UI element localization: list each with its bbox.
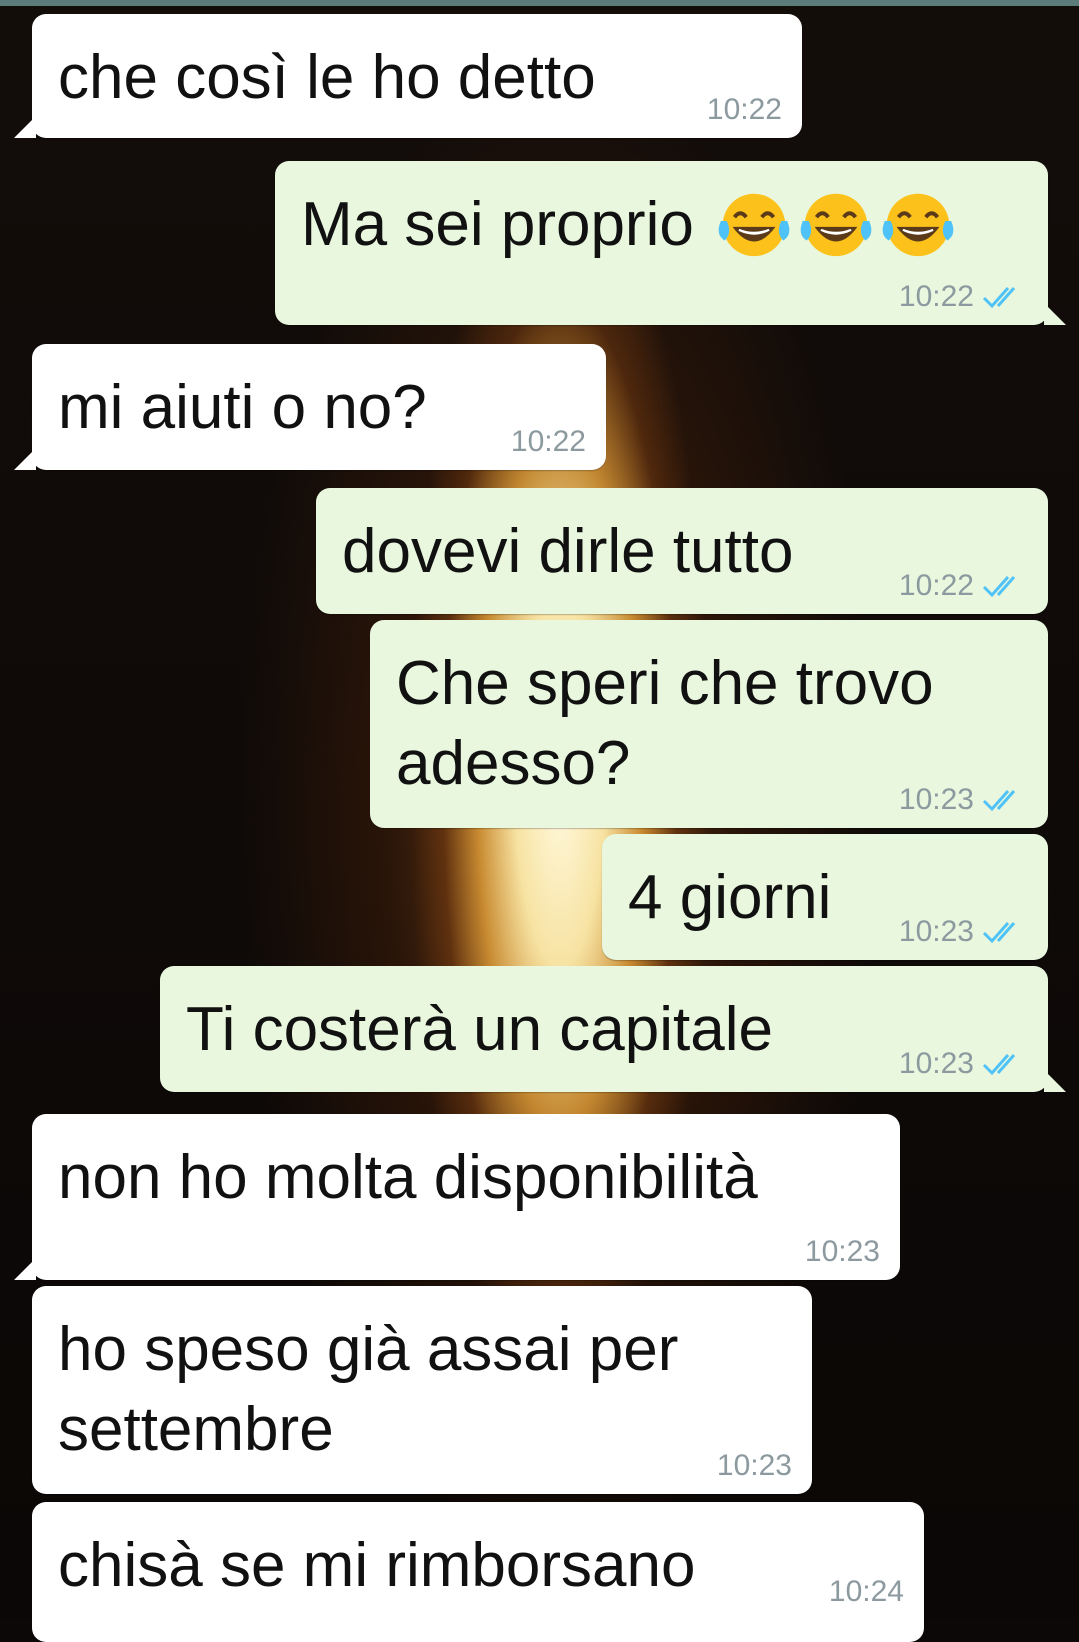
message-bubble-outgoing[interactable]: Ma sei proprio 10:22 <box>275 161 1066 325</box>
message-meta: 10:22 <box>899 277 1028 317</box>
message-text: mi aiuti o no? <box>58 373 427 442</box>
message-bubble-incoming[interactable]: non ho molta disponibilità 10:23 <box>14 1114 900 1280</box>
message-meta: 10:23 <box>805 1232 880 1272</box>
message-text: ho speso già assai per settembre <box>58 1315 679 1464</box>
message-meta: 10:22 <box>511 422 586 462</box>
message-bubble-outgoing[interactable]: Ti costerà un capitale 10:23 <box>160 966 1066 1092</box>
bubble-tail <box>14 1258 36 1280</box>
face-with-tears-of-joy-icon <box>718 193 790 256</box>
message-time: 10:24 <box>828 1575 904 1608</box>
message-text: non ho molta disponibilità <box>58 1143 758 1212</box>
message-bubble-outgoing[interactable]: dovevi dirle tutto 10:22 <box>316 488 1048 614</box>
bubble-tail <box>1044 303 1066 325</box>
message-meta: 10:23 <box>899 780 1028 820</box>
message-meta: 10:23 <box>899 912 1028 952</box>
message-text-row: Ma sei proprio <box>301 185 1022 268</box>
message-time: 10:23 <box>898 783 974 816</box>
message-time: 10:23 <box>804 1235 880 1268</box>
message-meta: 10:24 <box>829 1572 904 1612</box>
message-time: 10:23 <box>716 1449 792 1482</box>
message-bubble-incoming[interactable]: ho speso già assai per settembre 10:23 <box>32 1286 812 1494</box>
message-time: 10:22 <box>510 425 586 458</box>
message-meta: 10:22 <box>899 566 1028 606</box>
double-check-read-icon <box>982 790 1016 812</box>
message-bubble-incoming[interactable]: chisà se mi rimborsano 10:24 <box>32 1502 924 1642</box>
message-bubble-outgoing[interactable]: Che speri che trovo adesso? 10:23 <box>370 620 1048 828</box>
message-bubble-incoming[interactable]: che così le ho detto 10:22 <box>14 14 802 138</box>
message-time: 10:23 <box>898 915 974 948</box>
top-bar-edge <box>0 0 1079 6</box>
message-time: 10:22 <box>898 280 974 313</box>
message-bubble-outgoing[interactable]: 4 giorni 10:23 <box>602 834 1048 960</box>
message-time: 10:22 <box>706 93 782 126</box>
message-text: Ma sei proprio <box>301 190 694 259</box>
message-meta: 10:22 <box>707 90 782 130</box>
message-time: 10:22 <box>898 569 974 602</box>
face-with-tears-of-joy-icon <box>882 193 954 256</box>
bubble-tail <box>1044 1070 1066 1092</box>
message-bubble-incoming[interactable]: mi aiuti o no? 10:22 <box>14 344 606 470</box>
message-meta: 10:23 <box>899 1044 1028 1084</box>
message-meta: 10:23 <box>717 1446 792 1486</box>
double-check-read-icon <box>982 576 1016 598</box>
double-check-read-icon <box>982 287 1016 309</box>
bubble-tail <box>14 116 36 138</box>
message-text: Ti costerà un capitale <box>186 995 774 1064</box>
message-time: 10:23 <box>898 1047 974 1080</box>
bubble-tail <box>14 448 36 470</box>
message-text: che così le ho detto <box>58 43 596 112</box>
message-text: chisà se mi rimborsano <box>58 1531 696 1600</box>
face-with-tears-of-joy-icon <box>800 193 872 256</box>
double-check-read-icon <box>982 922 1016 944</box>
double-check-read-icon <box>982 1054 1016 1076</box>
